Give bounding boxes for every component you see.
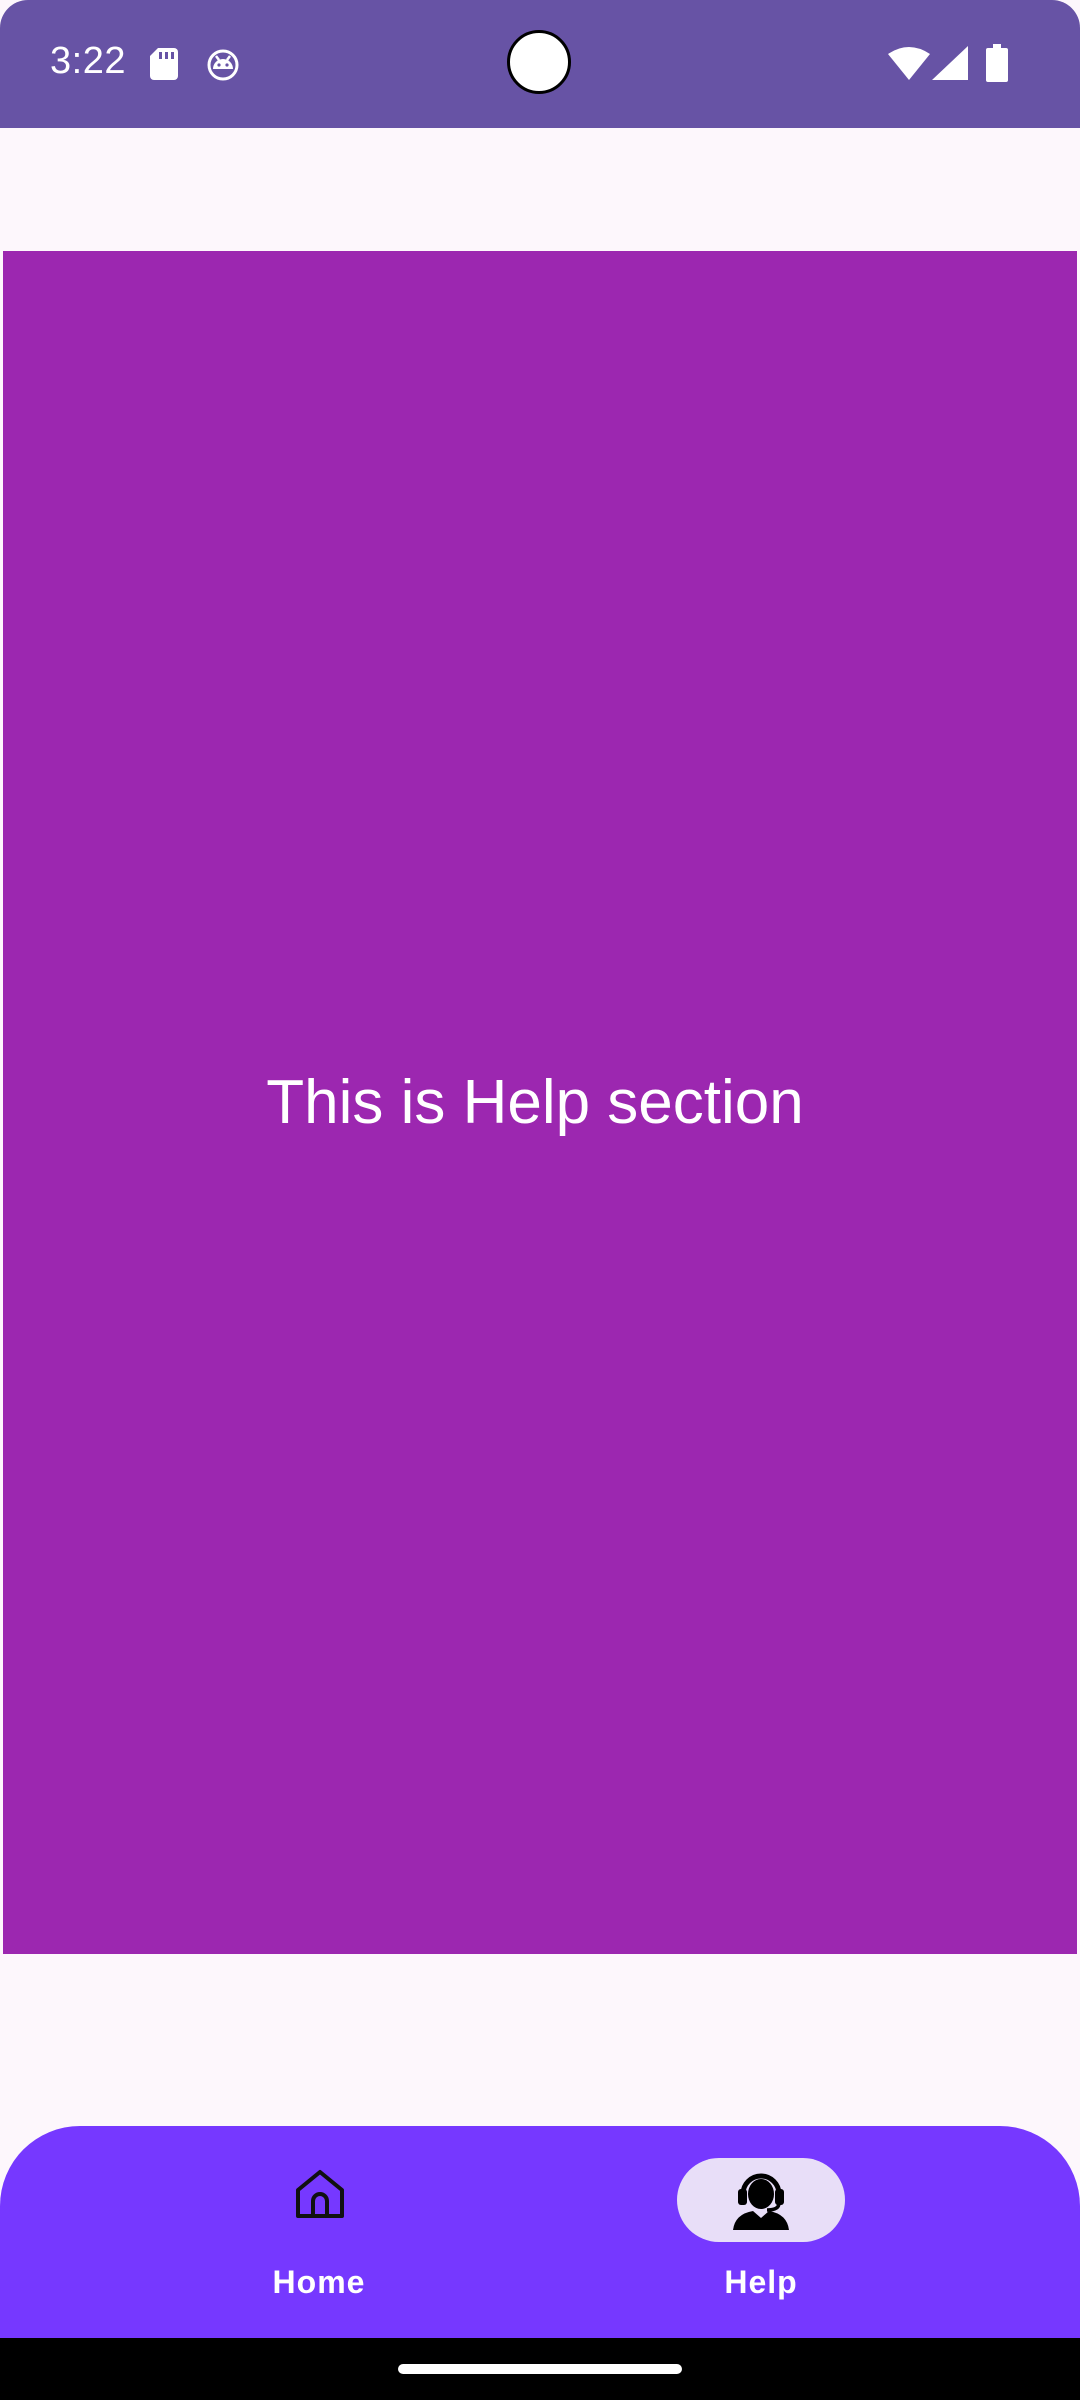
help-content-panel: This is Help section [3,251,1077,1954]
nav-item-help[interactable]: Help [611,2126,911,2338]
battery-icon [986,44,1008,82]
home-icon [296,2170,344,2218]
gesture-handle[interactable] [398,2364,682,2374]
nav-label-home: Home [272,2264,366,2300]
cell-signal-icon [932,46,968,80]
wifi-icon [888,47,930,80]
status-bar: 3:22 [0,0,1080,128]
system-navigation-bar [0,2338,1080,2400]
camera-cutout [507,30,571,94]
nav-item-home[interactable]: Home [169,2126,469,2338]
help-section-message: This is Help section [266,1068,804,1137]
bottom-navigation-bar: Home Help [0,2126,1080,2338]
support-agent-icon [733,2173,789,2230]
android-icon [207,49,239,81]
screen: 3:22 This is Help section Home Help [0,0,1080,2400]
status-time: 3:22 [50,40,126,82]
nav-label-help: Help [724,2264,798,2300]
sd-card-icon [150,48,178,80]
